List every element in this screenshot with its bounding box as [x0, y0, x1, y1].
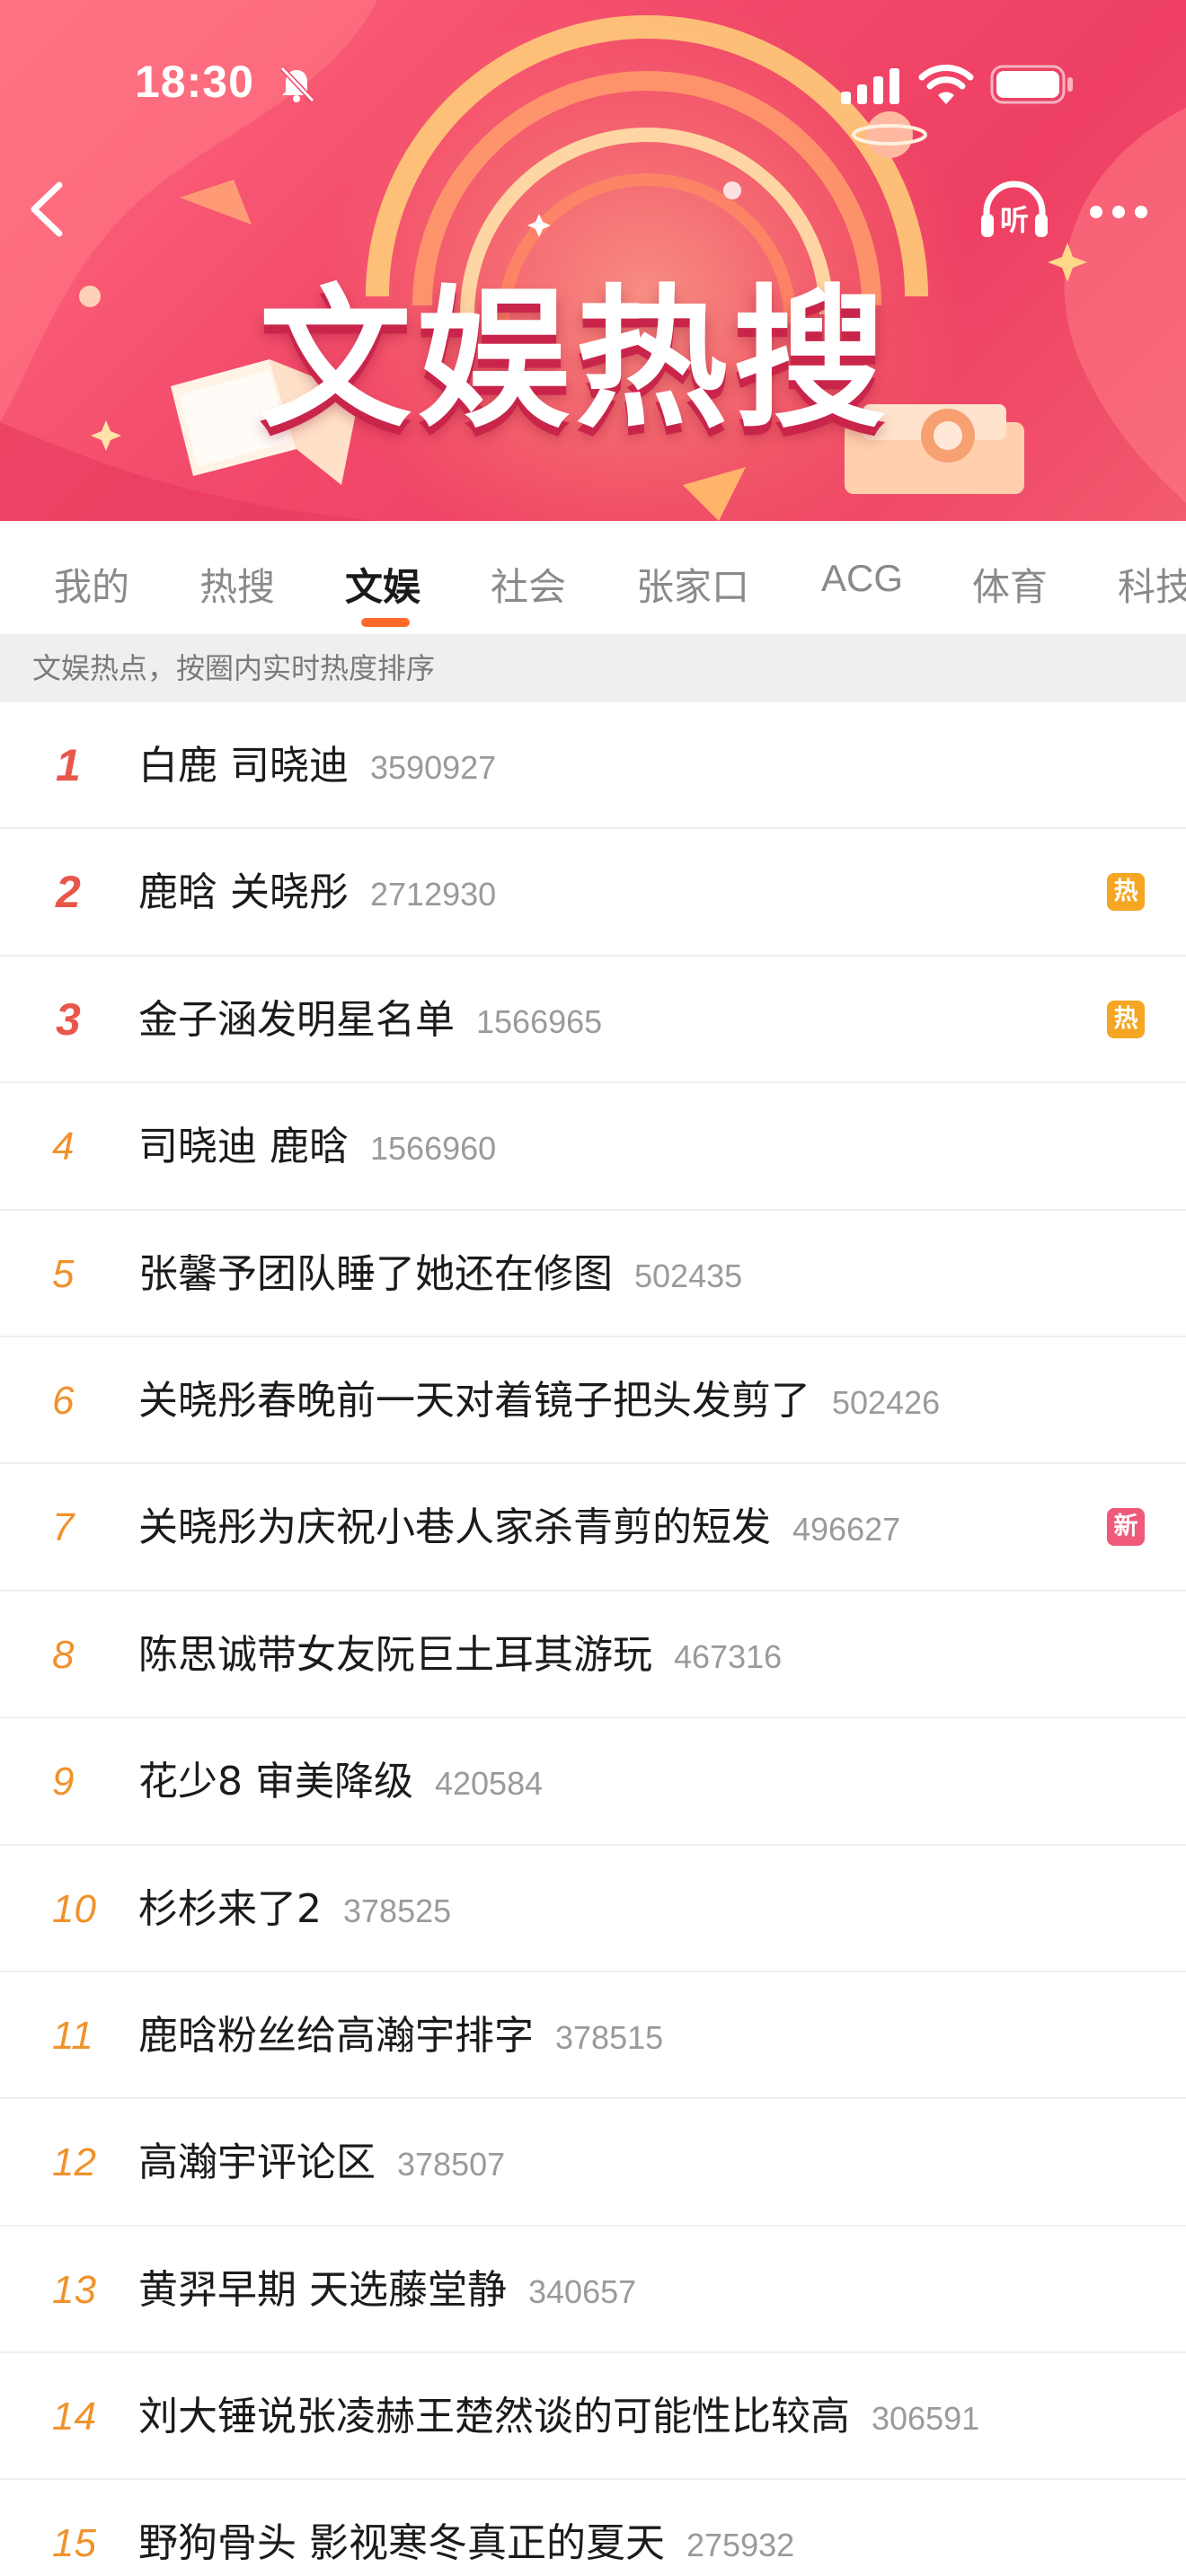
rank-number: 6 [52, 1378, 75, 1423]
list-item[interactable]: 4 司晓迪 鹿晗 1566960 [0, 1083, 1186, 1211]
list-item[interactable]: 2 鹿晗 关晓彤 2712930 热 [0, 829, 1186, 957]
list-item[interactable]: 5 张馨予团队睡了她还在修图 502435 [0, 1211, 1186, 1337]
item-count: 496627 [792, 1511, 901, 1548]
tab-zhangjiakou[interactable]: 张家口 [636, 557, 749, 612]
list-item[interactable]: 10 杉杉来了2 378525 [0, 1846, 1186, 1972]
list-item[interactable]: 6 关晓彤春晚前一天对着镜子把头发剪了 502426 [0, 1337, 1186, 1465]
list-item[interactable]: 11 鹿晗粉丝给高瀚宇排字 378515 [0, 1972, 1186, 2100]
hot-badge: 热 [1107, 873, 1145, 912]
banner: 18:30 听 文娱热搜 [0, 0, 1186, 521]
list-item[interactable]: 13 黄羿早期 天选藤堂静 340657 [0, 2227, 1186, 2354]
item-title: 鹿晗 关晓彤 [138, 869, 349, 916]
banner-title: 文娱热搜 [258, 271, 891, 449]
rank-number: 3 [56, 993, 81, 1045]
rank-number: 11 [52, 2013, 93, 2058]
tab-sports[interactable]: 体育 [972, 557, 1048, 612]
new-badge: 新 [1107, 1508, 1145, 1547]
item-count: 378515 [555, 2018, 664, 2056]
item-count: 275932 [686, 2527, 795, 2564]
rank-number: 7 [52, 1505, 75, 1550]
list-item[interactable]: 3 金子涵发明星名单 1566965 热 [0, 957, 1186, 1084]
item-count: 340657 [528, 2272, 637, 2310]
status-time: 18:30 [135, 57, 254, 107]
battery-icon [990, 65, 1075, 108]
item-count: 502426 [832, 1383, 941, 1421]
rank-number: 9 [52, 1760, 75, 1804]
rank-number: 1 [56, 740, 81, 790]
item-count: 2712930 [370, 876, 497, 913]
hot-search-list: 1 白鹿 司晓迪 3590927 2 鹿晗 关晓彤 2712930 热 3 金子涵发… [0, 702, 1186, 2576]
active-tab-indicator [361, 618, 410, 627]
signal-icon [839, 66, 902, 110]
item-count: 1566965 [476, 1002, 603, 1040]
item-title: 金子涵发明星名单 [138, 996, 455, 1043]
item-count: 502435 [634, 1257, 743, 1294]
item-title: 野狗骨头 影视寒冬真正的夏天 [138, 2520, 665, 2567]
list-item[interactable]: 1 白鹿 司晓迪 3590927 [0, 702, 1186, 830]
mute-icon [277, 65, 316, 108]
item-count: 467316 [674, 1637, 783, 1675]
item-count: 378525 [343, 1892, 452, 1929]
item-title: 杉杉来了2 [138, 1885, 322, 1932]
rank-number: 2 [56, 867, 81, 918]
tab-acg[interactable]: ACG [821, 557, 903, 600]
rank-number: 14 [52, 2395, 96, 2439]
item-title: 花少8 审美降级 [138, 1759, 413, 1805]
more-icon[interactable] [1087, 201, 1150, 226]
wifi-icon [918, 63, 974, 110]
tab-hot-search[interactable]: 热搜 [199, 557, 275, 612]
category-tabs: 我的 热搜 文娱 社会 张家口 ACG 体育 科技 [0, 521, 1186, 634]
rank-number: 15 [52, 2521, 96, 2566]
list-item[interactable]: 12 高瀚宇评论区 378507 [0, 2099, 1186, 2227]
item-title: 关晓彤为庆祝小巷人家杀青剪的短发 [138, 1504, 771, 1551]
hot-badge: 热 [1107, 1000, 1145, 1038]
item-title: 黄羿早期 天选藤堂静 [138, 2266, 507, 2313]
item-title: 陈思诚带女友阮巨土耳其游玩 [138, 1631, 652, 1678]
tab-entertainment[interactable]: 文娱 [345, 557, 420, 612]
rank-number: 4 [52, 1125, 75, 1169]
item-title: 高瀚宇评论区 [138, 2139, 376, 2186]
item-title: 司晓迪 鹿晗 [138, 1124, 349, 1170]
list-item[interactable]: 14 刘大锤说张凌赫王楚然谈的可能性比较高 306591 [0, 2353, 1186, 2481]
item-title: 鹿晗粉丝给高瀚宇排字 [138, 2012, 534, 2059]
tab-mine[interactable]: 我的 [54, 557, 129, 612]
item-count: 306591 [872, 2400, 980, 2438]
item-count: 420584 [434, 1765, 544, 1803]
back-icon[interactable] [25, 180, 70, 243]
rank-number: 12 [52, 2140, 96, 2185]
ranking-notice: 文娱热点，按圈内实时热度排序 [0, 634, 1186, 702]
item-title: 张馨予团队睡了她还在修图 [138, 1250, 613, 1297]
tab-tech[interactable]: 科技 [1118, 557, 1186, 612]
item-title: 白鹿 司晓迪 [138, 743, 349, 789]
rank-number: 5 [52, 1251, 75, 1296]
list-item[interactable]: 15 野狗骨头 影视寒冬真正的夏天 275932 [0, 2480, 1186, 2576]
tab-society[interactable]: 社会 [491, 557, 566, 612]
list-item[interactable]: 8 陈思诚带女友阮巨土耳其游玩 467316 [0, 1592, 1186, 1719]
item-count: 1566960 [370, 1130, 497, 1168]
rank-number: 8 [52, 1632, 75, 1677]
item-title: 刘大锤说张凌赫王楚然谈的可能性比较高 [138, 2394, 850, 2440]
item-title: 关晓彤春晚前一天对着镜子把头发剪了 [138, 1377, 810, 1424]
item-count: 378507 [397, 2146, 506, 2183]
listen-label: 听 [1000, 203, 1029, 237]
list-item[interactable]: 9 花少8 审美降级 420584 [0, 1718, 1186, 1846]
rank-number: 13 [52, 2267, 96, 2312]
item-count: 3590927 [370, 749, 497, 786]
list-item[interactable]: 7 关晓彤为庆祝小巷人家杀青剪的短发 496627 新 [0, 1464, 1186, 1592]
rank-number: 10 [52, 1886, 96, 1931]
